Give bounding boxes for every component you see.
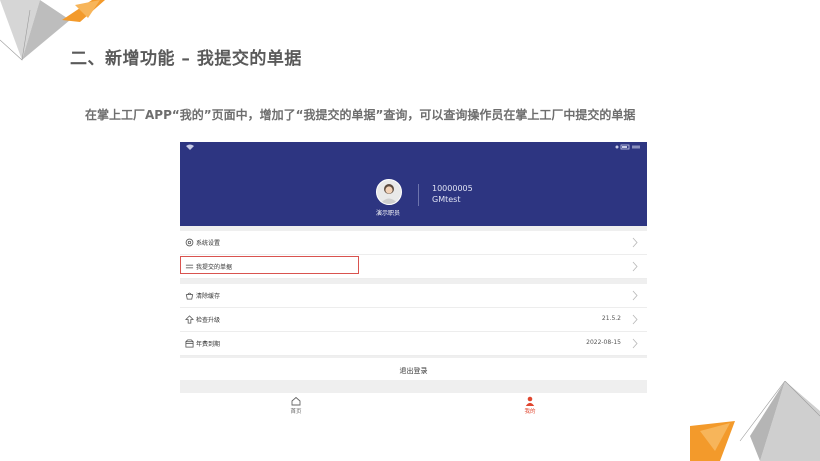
slide-title: 二、新增功能 – 我提交的单据 — [70, 49, 302, 69]
menu-item-check-update[interactable]: 检查升级 21.5.2 — [180, 308, 647, 332]
app-screenshot: 演示职员 10000005 GMtest 系统设置 我提交的单据 清除缓存 检查… — [180, 142, 647, 420]
home-icon — [291, 396, 301, 406]
menu-item-label: 年费到期 — [196, 341, 221, 348]
expiry-date-value: 2022-08-15 — [586, 339, 621, 346]
header-divider — [418, 184, 419, 206]
menu-item-label: 清除缓存 — [196, 293, 221, 300]
chevron-right-icon — [632, 237, 638, 248]
bottom-tab-bar: 首页 我的 — [180, 393, 647, 420]
chevron-right-icon — [632, 290, 638, 301]
highlight-box — [180, 256, 359, 274]
section-gap — [180, 380, 647, 393]
user-avatar-icon — [380, 184, 398, 204]
status-bar — [180, 142, 647, 154]
chevron-right-icon — [632, 261, 638, 272]
user-id: 10000005 — [432, 184, 473, 193]
menu-item-settings[interactable]: 系统设置 — [180, 231, 647, 255]
chevron-right-icon — [632, 338, 638, 349]
slide-description: 在掌上工厂APP“我的”页面中，增加了“我提交的单据”查询，可以查询操作员在掌上… — [85, 108, 636, 122]
upgrade-icon — [185, 315, 194, 324]
user-name: 演示职员 — [375, 210, 400, 217]
annual-fee-icon — [185, 339, 194, 348]
avatar[interactable] — [376, 179, 402, 205]
tab-label: 我的 — [524, 409, 536, 415]
chevron-right-icon — [632, 314, 638, 325]
tab-label: 首页 — [290, 409, 302, 415]
menu-item-label: 系统设置 — [196, 240, 221, 247]
decorative-polygon-bottom-right — [690, 381, 820, 461]
menu-item-label: 检查升级 — [196, 317, 221, 324]
settings-icon — [185, 238, 194, 247]
version-value: 21.5.2 — [601, 315, 621, 322]
account-name: GMtest — [432, 195, 461, 204]
clear-cache-icon — [185, 292, 194, 300]
menu-item-clear-cache[interactable]: 清除缓存 — [180, 284, 647, 308]
profile-header: 演示职员 10000005 GMtest — [180, 142, 647, 226]
tab-home[interactable]: 首页 — [266, 396, 326, 415]
wifi-icon — [186, 144, 194, 152]
menu-item-annual-fee[interactable]: 年费到期 2022-08-15 — [180, 332, 647, 356]
user-icon — [525, 396, 535, 406]
logout-label: 退出登录 — [399, 367, 428, 375]
battery-icon — [615, 144, 641, 152]
logout-button[interactable]: 退出登录 — [180, 358, 647, 380]
tab-mine[interactable]: 我的 — [500, 396, 560, 415]
